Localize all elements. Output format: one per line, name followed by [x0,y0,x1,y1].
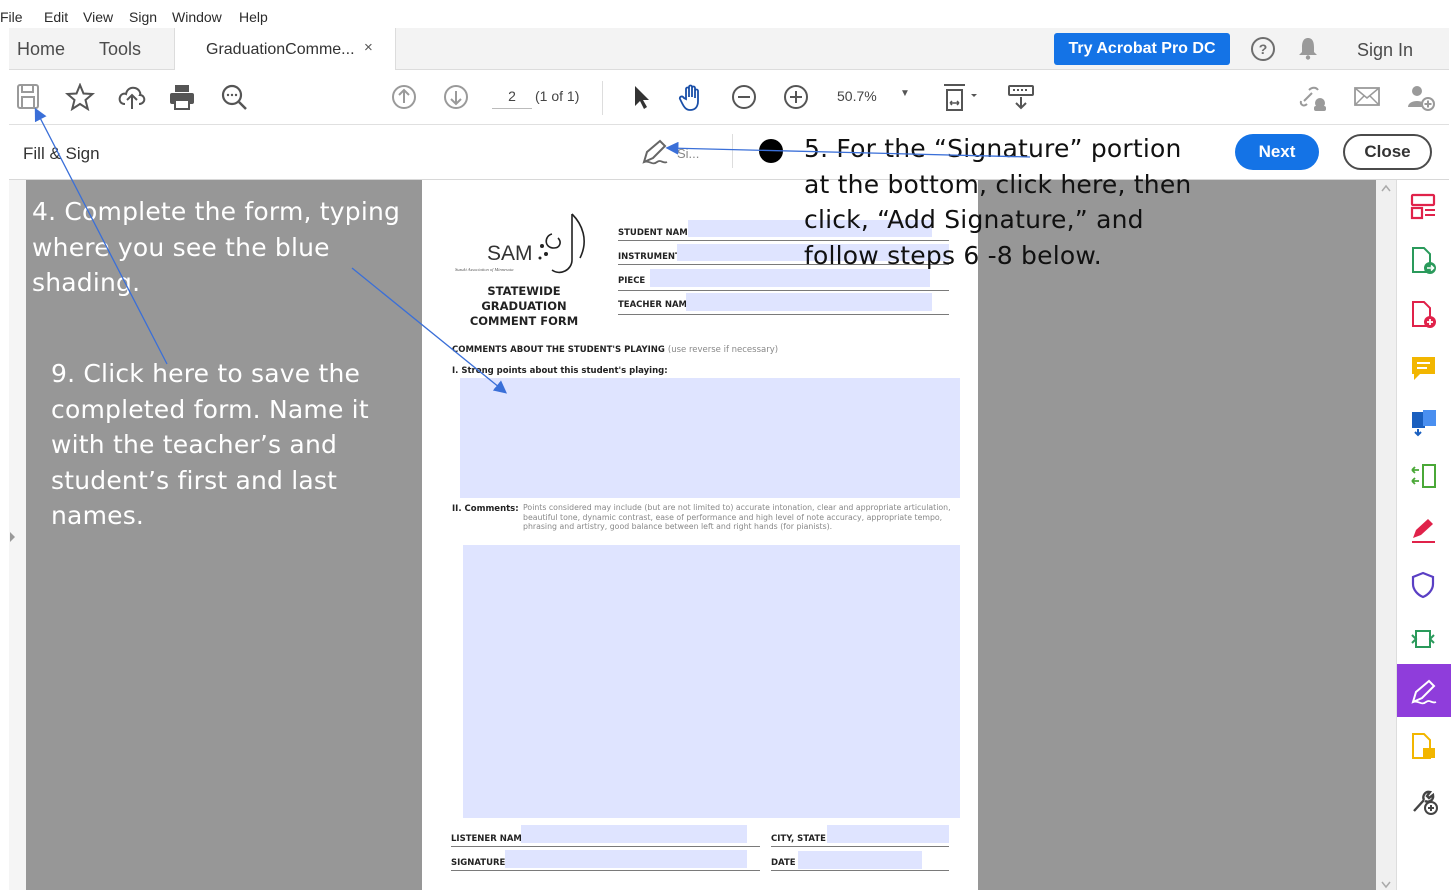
more-tools-icon[interactable] [1409,786,1439,821]
zoom-dropdown-icon[interactable]: ▼ [900,88,910,99]
instrument-label: INSTRUMENT [618,252,681,262]
city-state-label: CITY, STATE [771,834,826,844]
tab-home[interactable]: Home [17,39,65,60]
zoom-out-icon[interactable] [730,83,758,116]
menu-edit[interactable]: Edit [44,9,68,25]
sign-icon[interactable] [640,138,674,173]
date-label: DATE [771,858,796,868]
fill-sign-title: Fill & Sign [23,144,100,163]
menu-file[interactable]: File [0,9,23,25]
tab-document[interactable]: GraduationComme... × [174,28,396,70]
main-toolbar: 2 (1 of 1) 50.7% ▼ [9,71,1449,125]
tab-tools[interactable]: Tools [99,39,141,60]
comments-description: Points considered may include (but are n… [523,503,951,531]
help-icon[interactable]: ? [1251,37,1275,61]
comments-hint: (use reverse if necessary) [667,345,779,355]
comments-heading: COMMENTS ABOUT THE STUDENT'S PLAYING (us… [452,345,778,355]
fill-sign-icon[interactable] [1409,678,1439,713]
sign-in-link[interactable]: Sign In [1357,40,1413,61]
piece-label: PIECE [618,276,646,286]
close-tab-icon[interactable]: × [364,39,373,56]
signature-label: SIGNATURE [451,858,506,868]
upload-icon[interactable] [117,83,147,116]
form-title-line-2: COMMENT FORM [469,314,579,328]
step-4-annotation: 4. Complete the form, typing where you s… [32,197,401,297]
zoom-search-icon[interactable] [220,83,250,116]
page-count-label: (1 of 1) [535,88,580,104]
try-acrobat-pro-button[interactable]: Try Acrobat Pro DC [1054,33,1230,65]
form-title-line-1: STATEWIDE GRADUATION [481,284,567,313]
rule [618,314,949,315]
sign-label[interactable]: Si... [677,146,699,161]
student-name-label: STUDENT NAME [618,228,694,238]
menu-help[interactable]: Help [239,9,268,25]
teacher-name-label: TEACHER NAME [618,300,693,310]
strong-points-label: I. Strong points about this student's pl… [452,366,668,376]
menu-view[interactable]: View [83,9,113,25]
sticky-icon[interactable] [1409,732,1439,767]
tab-bar: Home Tools GraduationComme... × Try Acro… [9,28,1449,70]
zoom-level-value[interactable]: 50.7% [837,88,877,104]
share-link-icon[interactable] [1298,83,1330,116]
export-pdf-icon[interactable] [1409,246,1439,281]
menu-window[interactable]: Window [172,9,222,25]
step-9-annotation: 9. Click here to save the completed form… [51,359,369,530]
create-pdf-icon[interactable] [1409,300,1439,335]
rule [451,870,760,871]
page-down-icon[interactable] [442,83,470,116]
combine-icon[interactable] [1409,408,1439,443]
keyboard-icon[interactable] [1006,83,1036,116]
right-tools-rail [1396,180,1451,890]
bullet-dot [759,139,783,163]
sam-subtitle: Suzuki Association of Minnesota [455,267,514,272]
left-panel-collapsed[interactable] [9,180,26,890]
fill-sign-divider [732,134,733,168]
page-up-icon[interactable] [390,83,418,116]
organize-icon[interactable] [1409,192,1439,227]
comments-label: II. Comments: [452,504,519,514]
rule [771,870,949,871]
close-button[interactable]: Close [1343,134,1432,170]
fill-sign-toolbar: Fill & Sign Si... Next Close [9,126,1449,180]
strong-points-field[interactable] [460,378,960,498]
rule [618,290,949,291]
music-note-logo [538,213,585,274]
star-icon[interactable] [64,82,96,116]
vertical-scrollbar[interactable] [1376,180,1396,890]
menu-bar: File Edit View Sign Window Help [0,0,1456,28]
page-number-input[interactable]: 2 [492,83,532,109]
add-user-icon[interactable] [1404,83,1436,116]
page-fit-icon[interactable] [941,83,981,118]
toolbar-divider [602,81,603,115]
save-icon[interactable] [16,83,42,116]
listener-name-field[interactable] [521,825,747,843]
document-tab-label: GraduationComme... [206,41,355,58]
select-arrow-icon[interactable] [629,83,653,116]
listener-name-label: LISTENER NAME [451,834,528,844]
signature-field[interactable] [505,850,747,868]
sam-logo-text: SAM [487,242,533,265]
comments-heading-text: COMMENTS ABOUT THE STUDENT'S PLAYING [452,345,665,355]
rule [771,846,949,847]
rule [451,846,760,847]
send-icon[interactable] [1409,624,1439,659]
compress-icon[interactable] [1409,462,1439,497]
comments-field[interactable] [463,545,960,818]
comment-icon[interactable] [1409,354,1439,389]
email-icon[interactable] [1352,83,1382,116]
bell-icon[interactable] [1298,36,1318,65]
pdf-page: SAM Suzuki Association of Minnesota STAT… [422,180,978,890]
teacher-name-field[interactable] [686,293,932,311]
step-5-annotation: 5. For the “Signature” portion at the bo… [804,134,1192,270]
print-icon[interactable] [167,83,197,116]
menu-sign[interactable]: Sign [129,9,157,25]
form-title: STATEWIDE GRADUATION COMMENT FORM [449,284,599,329]
hand-icon[interactable] [677,83,707,118]
city-state-field[interactable] [827,825,949,843]
zoom-in-icon[interactable] [782,83,810,116]
sign-pen-icon[interactable] [1409,516,1439,551]
date-field[interactable] [798,851,922,869]
next-button[interactable]: Next [1235,134,1319,170]
protect-icon[interactable] [1409,570,1439,605]
